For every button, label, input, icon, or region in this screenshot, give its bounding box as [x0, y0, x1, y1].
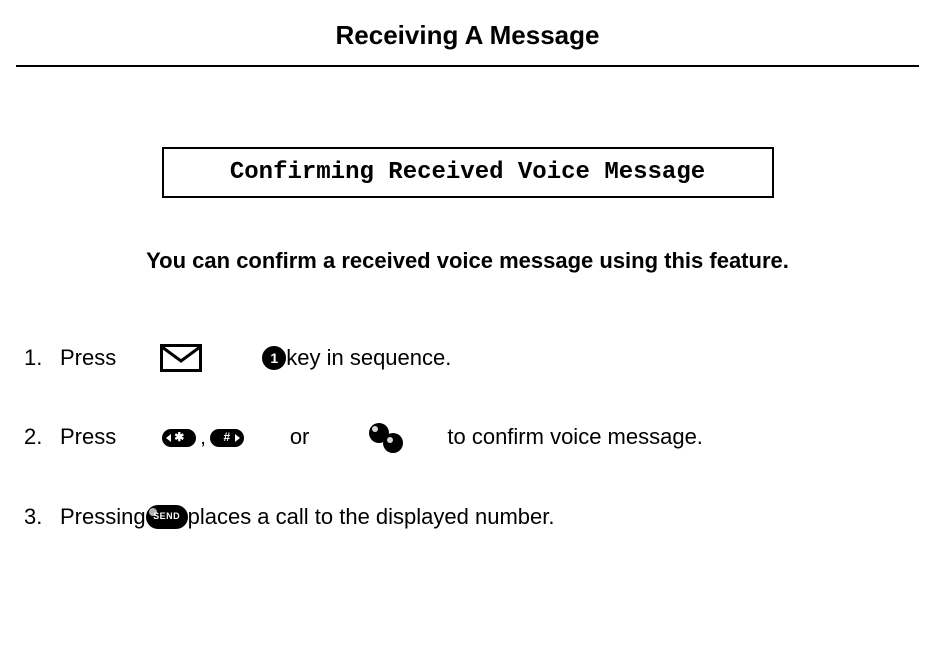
- document-page: Receiving A Message Confirming Received …: [0, 0, 935, 571]
- step-2: 2. Press ✱ , # or: [24, 423, 911, 453]
- envelope-icon: [160, 344, 202, 372]
- step-number: 1.: [24, 344, 60, 373]
- star-key-icon: ✱: [160, 429, 198, 447]
- title-rule: [16, 65, 919, 67]
- steps-list: 1. Press 1 key in sequence. 2. Press: [16, 344, 919, 531]
- star-key-label: ✱: [174, 429, 184, 445]
- step-text: Pressing: [60, 503, 146, 532]
- nav-ok-icon: [369, 423, 403, 453]
- hash-key-label: #: [223, 429, 230, 445]
- step-text: Press: [60, 344, 116, 373]
- intro-text: You can confirm a received voice message…: [16, 248, 919, 274]
- step-text-tail: key in sequence.: [286, 344, 451, 373]
- step-1: 1. Press 1 key in sequence.: [24, 344, 911, 373]
- separator-comma: ,: [198, 425, 208, 451]
- step-text: Press: [60, 423, 116, 452]
- circled-one-icon: 1: [262, 346, 286, 370]
- step-text-or: or: [290, 423, 310, 452]
- step-text-tail: places a call to the displayed number.: [188, 503, 555, 532]
- hash-key-icon: #: [208, 429, 246, 447]
- section-subtitle-box: Confirming Received Voice Message: [162, 147, 774, 198]
- circled-one-label: 1: [262, 346, 286, 370]
- send-key-icon: SEND: [146, 505, 188, 529]
- step-text-tail: to confirm voice message.: [447, 423, 703, 452]
- step-number: 3.: [24, 503, 60, 532]
- page-title: Receiving A Message: [16, 12, 919, 65]
- send-key-label: SEND: [153, 511, 180, 523]
- step-number: 2.: [24, 423, 60, 452]
- section-subtitle: Confirming Received Voice Message: [230, 159, 705, 186]
- step-3: 3. Pressing SEND places a call to the di…: [24, 503, 911, 532]
